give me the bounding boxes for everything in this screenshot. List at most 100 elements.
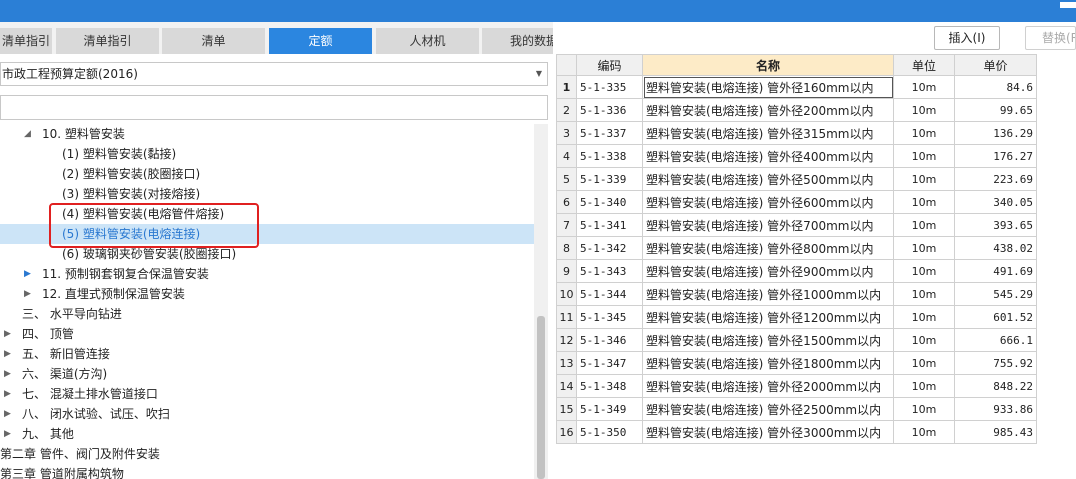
- table-row[interactable]: 10 5-1-344 塑料管安装(电熔连接) 管外径1000mm以内 10m 545.2…: [556, 282, 1037, 306]
- tab-labor-material-machine[interactable]: 人材机: [376, 28, 479, 54]
- tree-item[interactable]: ▶ 12. 直埋式预制保温管安装: [0, 284, 534, 304]
- triangle-right-icon[interactable]: ▶: [24, 284, 31, 304]
- code-cell[interactable]: 5-1-343: [576, 259, 643, 283]
- tree-item[interactable]: ▶ 九、 其他: [0, 424, 534, 444]
- tree-item[interactable]: ▶ 五、 新旧管连接: [0, 344, 534, 364]
- name-cell[interactable]: 塑料管安装(电熔连接) 管外径160mm以内: [642, 75, 894, 99]
- triangle-right-icon[interactable]: ▶: [4, 384, 11, 404]
- price-header[interactable]: 单价: [954, 54, 1037, 76]
- code-cell[interactable]: 5-1-337: [576, 121, 643, 145]
- unit-cell[interactable]: 10m: [893, 374, 955, 398]
- unit-cell[interactable]: 10m: [893, 328, 955, 352]
- tab-bill-guide-2[interactable]: 清单指引: [56, 28, 159, 54]
- tree-item[interactable]: ▶ 八、 闭水试验、试压、吹扫: [0, 404, 534, 424]
- code-cell[interactable]: 5-1-341: [576, 213, 643, 237]
- code-cell[interactable]: 5-1-350: [576, 420, 643, 444]
- triangle-right-icon[interactable]: ▶: [4, 344, 11, 364]
- name-cell[interactable]: 塑料管安装(电熔连接) 管外径400mm以内: [642, 144, 894, 168]
- table-row[interactable]: 13 5-1-347 塑料管安装(电熔连接) 管外径1800mm以内 10m 755.9…: [556, 351, 1037, 375]
- price-cell[interactable]: 848.22: [954, 374, 1037, 398]
- code-cell[interactable]: 5-1-345: [576, 305, 643, 329]
- name-cell[interactable]: 塑料管安装(电熔连接) 管外径1000mm以内: [642, 282, 894, 306]
- quota-library-select[interactable]: 市政工程预算定额(2016) ▼: [0, 62, 548, 86]
- tree-item[interactable]: 第二章 管件、阀门及附件安装: [0, 444, 534, 464]
- price-cell[interactable]: 755.92: [954, 351, 1037, 375]
- code-cell[interactable]: 5-1-342: [576, 236, 643, 260]
- row-number-cell[interactable]: 6: [556, 190, 577, 214]
- price-cell[interactable]: 223.69: [954, 167, 1037, 191]
- code-header[interactable]: 编码: [576, 54, 643, 76]
- row-number-cell[interactable]: 4: [556, 144, 577, 168]
- row-number-cell[interactable]: 8: [556, 236, 577, 260]
- table-row[interactable]: 4 5-1-338 塑料管安装(电熔连接) 管外径400mm以内 10m 176.27: [556, 144, 1037, 168]
- table-row[interactable]: 3 5-1-337 塑料管安装(电熔连接) 管外径315mm以内 10m 136.29: [556, 121, 1037, 145]
- name-cell[interactable]: 塑料管安装(电熔连接) 管外径3000mm以内: [642, 420, 894, 444]
- code-cell[interactable]: 5-1-339: [576, 167, 643, 191]
- code-cell[interactable]: 5-1-338: [576, 144, 643, 168]
- name-cell[interactable]: 塑料管安装(电熔连接) 管外径2500mm以内: [642, 397, 894, 421]
- triangle-right-icon[interactable]: ▶: [4, 404, 11, 424]
- tree-item[interactable]: ◢ 10. 塑料管安装: [0, 124, 534, 144]
- name-cell[interactable]: 塑料管安装(电熔连接) 管外径200mm以内: [642, 98, 894, 122]
- name-cell[interactable]: 塑料管安装(电熔连接) 管外径315mm以内: [642, 121, 894, 145]
- table-row[interactable]: 7 5-1-341 塑料管安装(电熔连接) 管外径700mm以内 10m 393.65: [556, 213, 1037, 237]
- unit-cell[interactable]: 10m: [893, 75, 955, 99]
- price-cell[interactable]: 438.02: [954, 236, 1037, 260]
- tree-scrollbar-thumb[interactable]: [537, 316, 545, 479]
- code-cell[interactable]: 5-1-347: [576, 351, 643, 375]
- table-row[interactable]: 6 5-1-340 塑料管安装(电熔连接) 管外径600mm以内 10m 340.05: [556, 190, 1037, 214]
- unit-cell[interactable]: 10m: [893, 420, 955, 444]
- tree-item[interactable]: ▶ 四、 顶管: [0, 324, 534, 344]
- price-cell[interactable]: 340.05: [954, 190, 1037, 214]
- price-cell[interactable]: 99.65: [954, 98, 1037, 122]
- price-cell[interactable]: 933.86: [954, 397, 1037, 421]
- price-cell[interactable]: 393.65: [954, 213, 1037, 237]
- search-input[interactable]: [0, 95, 548, 120]
- tree-item[interactable]: (3) 塑料管安装(对接熔接): [0, 184, 534, 204]
- code-cell[interactable]: 5-1-335: [576, 75, 643, 99]
- unit-cell[interactable]: 10m: [893, 121, 955, 145]
- tree-scrollbar[interactable]: [534, 124, 548, 479]
- unit-cell[interactable]: 10m: [893, 259, 955, 283]
- name-cell[interactable]: 塑料管安装(电熔连接) 管外径600mm以内: [642, 190, 894, 214]
- row-number-cell[interactable]: 15: [556, 397, 577, 421]
- chevron-down-icon[interactable]: ▼: [536, 63, 542, 85]
- table-row[interactable]: 9 5-1-343 塑料管安装(电熔连接) 管外径900mm以内 10m 491.69: [556, 259, 1037, 283]
- price-cell[interactable]: 491.69: [954, 259, 1037, 283]
- tab-bill[interactable]: 清单: [162, 28, 265, 54]
- tree-item[interactable]: ▶ 七、 混凝土排水管道接口: [0, 384, 534, 404]
- name-cell[interactable]: 塑料管安装(电熔连接) 管外径2000mm以内: [642, 374, 894, 398]
- unit-cell[interactable]: 10m: [893, 98, 955, 122]
- name-cell[interactable]: 塑料管安装(电熔连接) 管外径800mm以内: [642, 236, 894, 260]
- triangle-right-icon[interactable]: ▶: [24, 264, 31, 284]
- triangle-right-icon[interactable]: ▶: [4, 424, 11, 444]
- price-cell[interactable]: 84.6: [954, 75, 1037, 99]
- tree-item[interactable]: ▶ 六、 渠道(方沟): [0, 364, 534, 384]
- name-header[interactable]: 名称: [642, 54, 894, 76]
- tree-item[interactable]: 三、 水平导向钻进: [0, 304, 534, 324]
- row-number-cell[interactable]: 13: [556, 351, 577, 375]
- triangle-right-icon[interactable]: ▶: [4, 324, 11, 344]
- price-cell[interactable]: 985.43: [954, 420, 1037, 444]
- code-cell[interactable]: 5-1-346: [576, 328, 643, 352]
- row-number-cell[interactable]: 14: [556, 374, 577, 398]
- unit-cell[interactable]: 10m: [893, 305, 955, 329]
- table-row[interactable]: 1 5-1-335 塑料管安装(电熔连接) 管外径160mm以内 10m 84.6: [556, 75, 1037, 99]
- table-row[interactable]: 11 5-1-345 塑料管安装(电熔连接) 管外径1200mm以内 10m 601.5…: [556, 305, 1037, 329]
- name-cell[interactable]: 塑料管安装(电熔连接) 管外径1800mm以内: [642, 351, 894, 375]
- unit-header[interactable]: 单位: [893, 54, 955, 76]
- name-cell[interactable]: 塑料管安装(电熔连接) 管外径700mm以内: [642, 213, 894, 237]
- row-number-cell[interactable]: 7: [556, 213, 577, 237]
- table-row[interactable]: 16 5-1-350 塑料管安装(电熔连接) 管外径3000mm以内 10m 985.4…: [556, 420, 1037, 444]
- table-row[interactable]: 14 5-1-348 塑料管安装(电熔连接) 管外径2000mm以内 10m 848.2…: [556, 374, 1037, 398]
- code-cell[interactable]: 5-1-344: [576, 282, 643, 306]
- insert-button[interactable]: 插入(I): [934, 26, 1000, 50]
- tree-item[interactable]: ▶ 11. 预制钢套钢复合保温管安装: [0, 264, 534, 284]
- table-row[interactable]: 8 5-1-342 塑料管安装(电熔连接) 管外径800mm以内 10m 438.02: [556, 236, 1037, 260]
- row-number-cell[interactable]: 1: [556, 75, 577, 99]
- code-cell[interactable]: 5-1-336: [576, 98, 643, 122]
- table-row[interactable]: 12 5-1-346 塑料管安装(电熔连接) 管外径1500mm以内 10m 666.1: [556, 328, 1037, 352]
- tree-item[interactable]: (5) 塑料管安装(电熔连接): [0, 224, 534, 244]
- unit-cell[interactable]: 10m: [893, 351, 955, 375]
- tree-item[interactable]: (1) 塑料管安装(黏接): [0, 144, 534, 164]
